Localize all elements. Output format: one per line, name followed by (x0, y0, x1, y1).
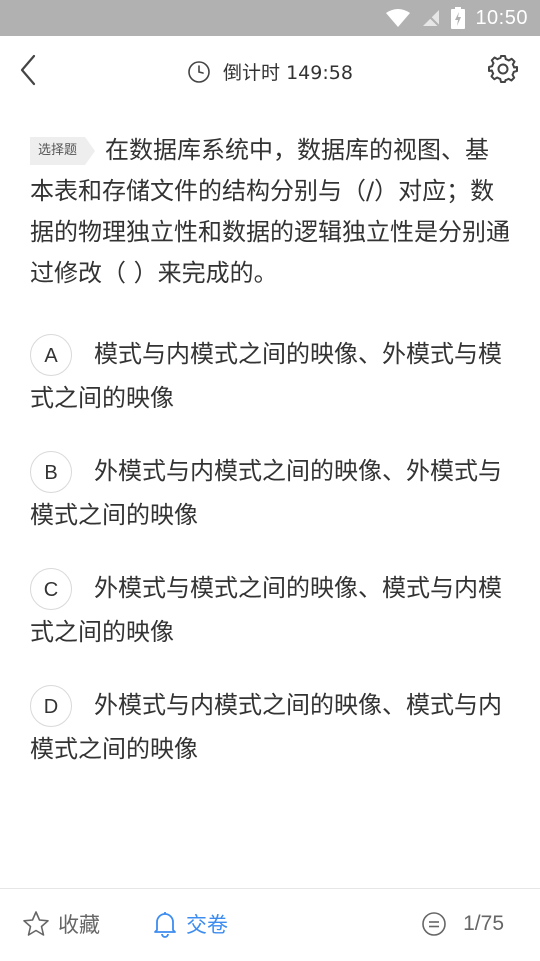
question-type-tag: 选择题 (30, 137, 96, 165)
battery-charging-icon (451, 7, 466, 29)
option-text: 外模式与模式之间的映像、模式与内模式之间的映像 (30, 574, 502, 646)
submit-label: 交卷 (186, 913, 228, 937)
option-d[interactable]: D 外模式与内模式之间的映像、模式与内模式之间的映像 (30, 683, 512, 771)
clock-icon (188, 60, 210, 83)
status-bar: 10:50 (0, 0, 540, 36)
option-c[interactable]: C 外模式与模式之间的映像、模式与内模式之间的映像 (30, 566, 512, 654)
question-progress[interactable]: 1/75 (421, 907, 504, 941)
submit-exam-button[interactable]: 交卷 (152, 907, 228, 941)
progress-count: 1/75 (463, 912, 504, 935)
option-letter: C (30, 568, 72, 610)
settings-gear-icon[interactable] (488, 54, 518, 84)
option-text: 模式与内模式之间的映像、外模式与模式之间的映像 (30, 340, 502, 412)
countdown-timer: 倒计时 149:58 (0, 58, 540, 85)
option-b[interactable]: B 外模式与内模式之间的映像、外模式与模式之间的映像 (30, 449, 512, 537)
option-text: 外模式与内模式之间的映像、模式与内模式之间的映像 (30, 691, 502, 763)
favorite-label: 收藏 (58, 913, 100, 937)
status-time: 10:50 (475, 6, 528, 29)
question-stem: 选择题 在数据库系统中，数据库的视图、基本表和存储文件的结构分别与（/）对应；数据… (30, 130, 512, 294)
countdown-text: 倒计时 149:58 (223, 62, 353, 84)
option-letter: B (30, 451, 72, 493)
list-circle-icon (422, 912, 446, 936)
header-bar: 倒计时 149:58 (0, 36, 540, 104)
bottom-toolbar: 收藏 交卷 1/75 (0, 888, 540, 961)
option-letter: D (30, 685, 72, 727)
favorite-button[interactable]: 收藏 (22, 907, 100, 941)
option-text: 外模式与内模式之间的映像、外模式与模式之间的映像 (30, 457, 502, 529)
wifi-icon (386, 9, 411, 27)
question-text: 在数据库系统中，数据库的视图、基本表和存储文件的结构分别与（/）对应；数据的物理… (30, 136, 510, 287)
no-signal-icon (423, 10, 441, 27)
option-a[interactable]: A 模式与内模式之间的映像、外模式与模式之间的映像 (30, 332, 512, 420)
bell-icon (154, 912, 176, 938)
star-icon (23, 911, 49, 936)
option-letter: A (30, 334, 72, 376)
